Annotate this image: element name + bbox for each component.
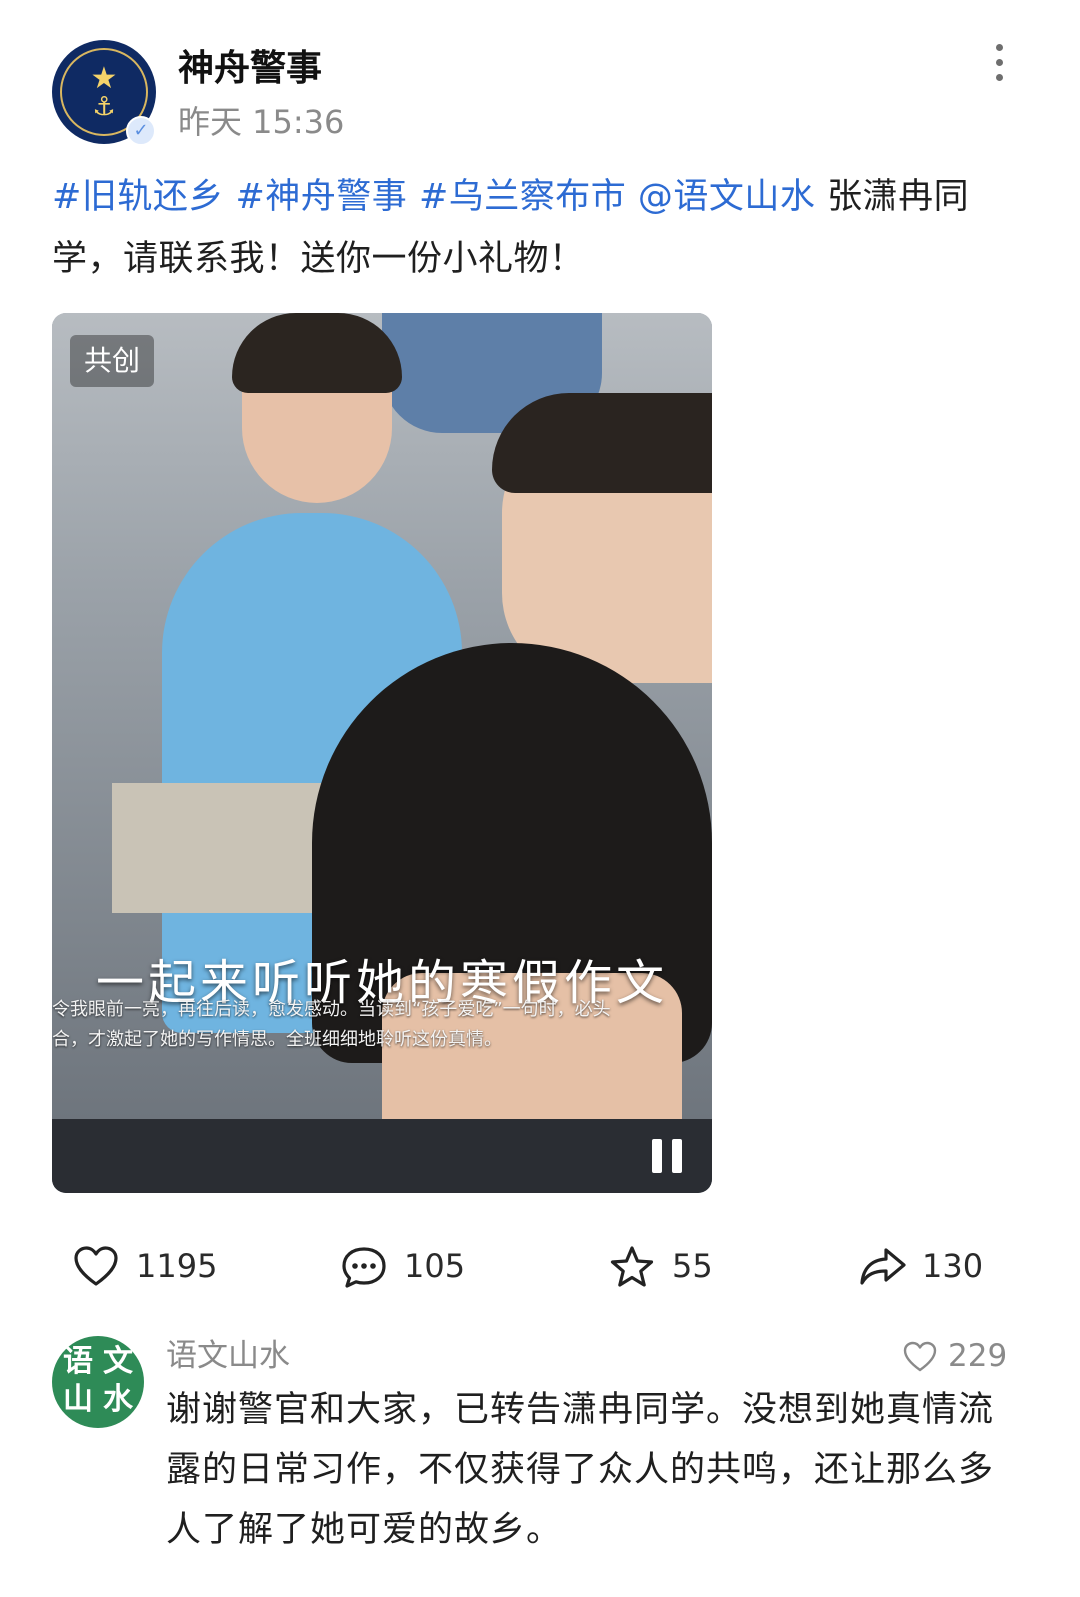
hashtag-link[interactable]: #旧轨还乡 bbox=[52, 177, 224, 217]
avatar-char: 文 bbox=[103, 1344, 133, 1379]
like-button[interactable]: 1195 bbox=[72, 1240, 232, 1292]
share-button[interactable]: 130 bbox=[858, 1240, 998, 1292]
avatar-char: 水 bbox=[103, 1382, 133, 1417]
co-create-badge: 共创 bbox=[70, 335, 155, 387]
hashtag-link[interactable]: #神舟警事 bbox=[235, 177, 407, 217]
favorite-button[interactable]: 55 bbox=[608, 1240, 728, 1292]
desk bbox=[112, 783, 342, 913]
avatar-char: 山 bbox=[63, 1382, 93, 1417]
comment-like-button[interactable]: 229 bbox=[902, 1334, 1012, 1378]
verified-icon: ✓ bbox=[126, 116, 156, 146]
comment-count: 105 bbox=[404, 1247, 466, 1285]
video-controls bbox=[52, 1119, 712, 1193]
video-player[interactable]: 共创 一起来听听她的寒假作文 令我眼前一亮，再往后读，愈发感动。当读到“孩子爱吃… bbox=[52, 313, 712, 1193]
subtitle-line: 合，才激起了她的写作情思。全班细细地聆听这份真情。 bbox=[52, 1029, 502, 1050]
post-time: 昨天 15:36 bbox=[178, 103, 345, 141]
comment-text: 谢谢警官和大家，已转告潇冉同学。没想到她真情流露的日常习作，不仅获得了众人的共鸣… bbox=[166, 1390, 995, 1550]
star-icon bbox=[610, 1246, 654, 1287]
comment-like-count: 229 bbox=[948, 1338, 1008, 1374]
avatar-char: 语 bbox=[63, 1344, 93, 1379]
heart-icon bbox=[903, 1341, 937, 1372]
favorite-count: 55 bbox=[672, 1247, 713, 1285]
comment-author[interactable]: 语文山水 bbox=[166, 1334, 290, 1378]
heart-icon bbox=[74, 1246, 118, 1286]
comment-button[interactable]: 105 bbox=[340, 1240, 480, 1292]
like-count: 1195 bbox=[136, 1247, 218, 1285]
pause-icon[interactable] bbox=[652, 1139, 684, 1173]
share-count: 130 bbox=[922, 1247, 984, 1285]
more-icon[interactable] bbox=[986, 44, 1012, 88]
commenter-avatar[interactable]: 语 文 山 水 bbox=[52, 1336, 144, 1428]
avatar-star-icon: ★ bbox=[90, 61, 118, 96]
account-name[interactable]: 神舟警事 bbox=[178, 46, 322, 92]
student-hair bbox=[232, 313, 402, 393]
mention-link[interactable]: @语文山水 bbox=[638, 177, 816, 217]
post-caption: #旧轨还乡 #神舟警事 #乌兰察布市 @语文山水 张潇冉同学，请联系我！送你一份… bbox=[52, 166, 1012, 290]
classmate-hair bbox=[492, 393, 712, 493]
hashtag-link[interactable]: #乌兰察布市 bbox=[419, 177, 626, 217]
subtitle-line: 令我眼前一亮，再往后读，愈发感动。当读到“孩子爱吃”一句时，必头 bbox=[52, 999, 611, 1020]
share-icon bbox=[860, 1248, 906, 1285]
comment-icon bbox=[342, 1247, 386, 1288]
